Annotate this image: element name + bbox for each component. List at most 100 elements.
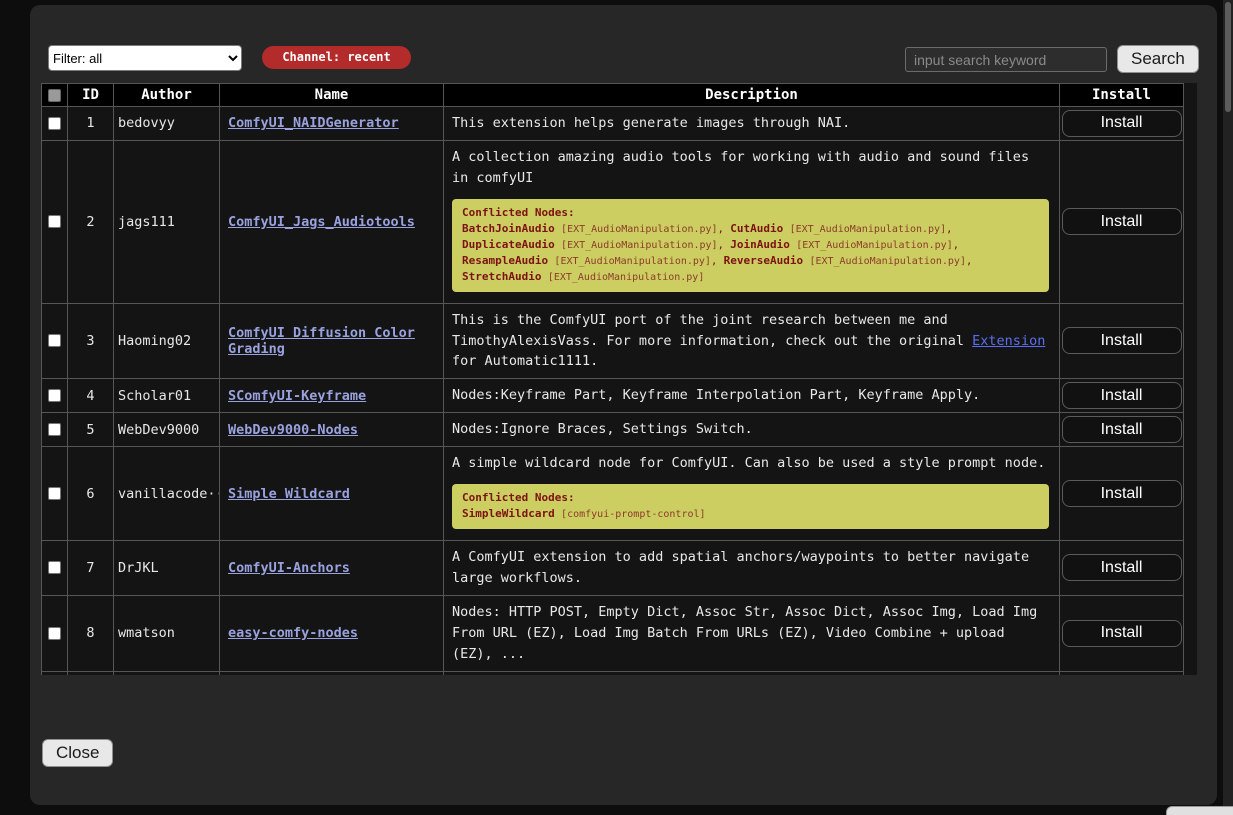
- install-button[interactable]: Install: [1062, 327, 1182, 354]
- filter-select[interactable]: Filter: all: [48, 45, 242, 71]
- row-checkbox-cell: [42, 140, 68, 303]
- row-checkbox[interactable]: [48, 487, 61, 500]
- description-text: Nodes:Keyframe Part, Keyframe Interpolat…: [452, 385, 1051, 406]
- conflicted-nodes-box: Conflicted Nodes:BatchJoinAudio [EXT_Aud…: [452, 199, 1049, 292]
- row-name-cell: ComfyUI_NAIDGenerator: [220, 107, 444, 141]
- row-checkbox[interactable]: [48, 334, 61, 347]
- row-description: Nodes:Keyframe Part, Keyframe Interpolat…: [444, 379, 1060, 413]
- row-checkbox-cell: [42, 107, 68, 141]
- row-name-cell: Simple Wildcard: [220, 447, 444, 541]
- install-button[interactable]: Install: [1062, 480, 1182, 507]
- table-row: 3Haoming02ComfyUI Diffusion Color Gradin…: [42, 303, 1184, 379]
- row-name-cell: ComfyUI Diffusion Color Grading: [220, 303, 444, 379]
- extension-name-link[interactable]: easy-comfy-nodes: [228, 625, 358, 641]
- row-checkbox[interactable]: [48, 423, 61, 436]
- row-id: 5: [68, 413, 114, 447]
- select-all-header: [42, 84, 68, 107]
- search-button[interactable]: Search: [1117, 45, 1199, 73]
- row-checkbox-cell: [42, 413, 68, 447]
- header-name: Name: [220, 84, 444, 107]
- extension-name-link[interactable]: ComfyUI_Jags_Audiotools: [228, 214, 415, 230]
- header-install: Install: [1060, 84, 1184, 107]
- row-description: Nodes: HTTP POST, Empty Dict, Assoc Str,…: [444, 595, 1060, 671]
- install-button[interactable]: Install: [1062, 416, 1182, 443]
- row-id: 8: [68, 595, 114, 671]
- install-button[interactable]: Install: [1062, 208, 1182, 235]
- channel-badge: Channel: recent: [262, 46, 411, 69]
- table-row: 5WebDev9000 WebDev9000-Nodes Nodes:Ignore …: [42, 413, 1184, 447]
- description-text: Nodes: HTTP POST, Empty Dict, Assoc Str,…: [452, 602, 1051, 665]
- row-install-cell: Install: [1060, 107, 1184, 141]
- row-install-cell: Install: [1060, 303, 1184, 379]
- description-text: A collection amazing audio tools for wor…: [452, 147, 1051, 189]
- row-install-cell: Install: [1060, 671, 1184, 675]
- conflicted-nodes-label: Conflicted Nodes:: [462, 491, 1039, 506]
- row-description: Nodes:Ignore Braces, Settings Switch.: [444, 413, 1060, 447]
- conflicted-nodes-box: Conflicted Nodes:SimpleWildcard [comfyui…: [452, 484, 1049, 529]
- row-install-cell: Install: [1060, 595, 1184, 671]
- row-author: bedovyy: [114, 107, 220, 141]
- extension-name-link[interactable]: Simple Wildcard: [228, 486, 350, 502]
- search-input[interactable]: [905, 47, 1107, 72]
- conflicted-nodes-list: SimpleWildcard [comfyui-prompt-control]: [462, 506, 1039, 522]
- page-scrollbar-thumb[interactable]: [1225, 2, 1231, 112]
- row-author: jags111: [114, 140, 220, 303]
- row-name-cell: ComfyUI_Jags_Audiotools: [220, 140, 444, 303]
- extension-name-link[interactable]: SComfyUI-Keyframe: [228, 388, 366, 404]
- row-id: 9: [68, 671, 114, 675]
- extension-name-link[interactable]: WebDev9000-Nodes: [228, 422, 358, 438]
- row-install-cell: Install: [1060, 540, 1184, 595]
- description-text: This is the ComfyUI port of the joint re…: [452, 310, 1051, 373]
- description-link[interactable]: Extension: [972, 333, 1045, 349]
- table-row: 8wmatson easy-comfy-nodes Nodes: HTTP POST…: [42, 595, 1184, 671]
- row-author: Scholar01: [114, 379, 220, 413]
- row-name-cell: ComfyUI_Mexx_Styler: [220, 671, 444, 675]
- page-scrollbar[interactable]: [1223, 0, 1233, 815]
- description-text: This extension helps generate images thr…: [452, 113, 1051, 134]
- hidden-dialog-button-partial: [1166, 806, 1233, 815]
- install-button[interactable]: Install: [1062, 110, 1182, 137]
- extension-name-link[interactable]: ComfyUI-Anchors: [228, 560, 350, 576]
- install-button[interactable]: Install: [1062, 554, 1182, 581]
- row-checkbox-cell: [42, 595, 68, 671]
- install-button[interactable]: Install: [1062, 620, 1182, 647]
- table-row: 9SoftMengComfyUI_Mexx_StylerNodes: Comfy…: [42, 671, 1184, 675]
- row-install-cell: Install: [1060, 140, 1184, 303]
- row-description: This is the ComfyUI port of the joint re…: [444, 303, 1060, 379]
- extension-name-link[interactable]: ComfyUI_NAIDGenerator: [228, 115, 399, 131]
- header-author: Author: [114, 84, 220, 107]
- extension-name-link[interactable]: ComfyUI Diffusion Color Grading: [228, 325, 415, 357]
- row-id: 1: [68, 107, 114, 141]
- extensions-table: ID Author Name Description Install 1bedo…: [41, 83, 1184, 675]
- row-author: wmatson: [114, 595, 220, 671]
- row-name-cell: easy-comfy-nodes: [220, 595, 444, 671]
- row-description: A ComfyUI extension to add spatial ancho…: [444, 540, 1060, 595]
- row-id: 2: [68, 140, 114, 303]
- row-checkbox-cell: [42, 540, 68, 595]
- table-row: 6vanillacode···Simple WildcardA simple w…: [42, 447, 1184, 541]
- row-checkbox[interactable]: [48, 561, 61, 574]
- row-checkbox-cell: [42, 303, 68, 379]
- table-row: 2jags111 ComfyUI_Jags_Audiotools A collect…: [42, 140, 1184, 303]
- extensions-table-scroll-area[interactable]: ID Author Name Description Install 1bedo…: [41, 83, 1197, 675]
- row-checkbox[interactable]: [48, 389, 61, 402]
- table-row: 1bedovyy ComfyUI_NAIDGenerator This extens…: [42, 107, 1184, 141]
- row-author: SoftMeng: [114, 671, 220, 675]
- row-checkbox[interactable]: [48, 627, 61, 640]
- install-button[interactable]: Install: [1062, 382, 1182, 409]
- row-id: 4: [68, 379, 114, 413]
- row-name-cell: SComfyUI-Keyframe: [220, 379, 444, 413]
- row-checkbox[interactable]: [48, 117, 61, 130]
- select-all-checkbox[interactable]: [48, 89, 61, 102]
- row-author: vanillacode···: [114, 447, 220, 541]
- row-id: 3: [68, 303, 114, 379]
- row-id: 7: [68, 540, 114, 595]
- row-checkbox-cell: [42, 379, 68, 413]
- header-description: Description: [444, 84, 1060, 107]
- row-checkbox[interactable]: [48, 215, 61, 228]
- description-text: A simple wildcard node for ComfyUI. Can …: [452, 453, 1051, 474]
- close-button[interactable]: Close: [42, 739, 113, 767]
- row-description: Nodes: ComfyUI Mexx Styler, ComfyUI Mexx…: [444, 671, 1060, 675]
- conflicted-nodes-list: BatchJoinAudio [EXT_AudioManipulation.py…: [462, 221, 1039, 285]
- row-author: WebDev9000: [114, 413, 220, 447]
